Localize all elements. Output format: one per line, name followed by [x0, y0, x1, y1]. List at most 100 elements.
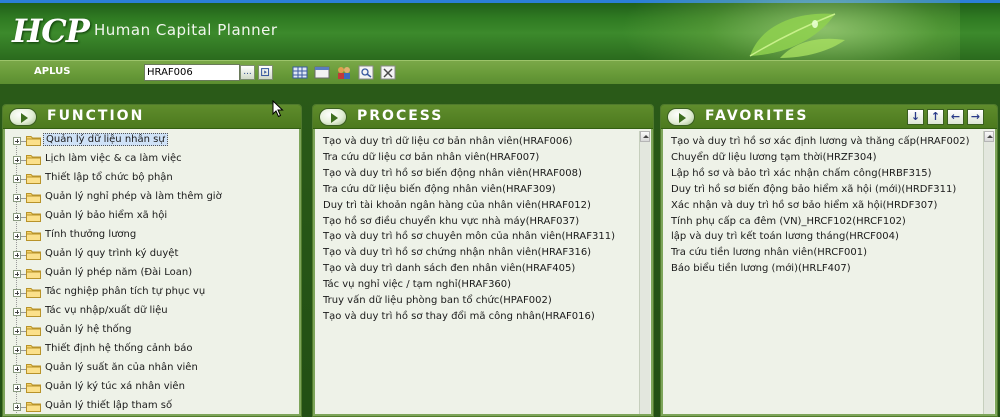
expand-icon[interactable]: [13, 384, 21, 392]
favorite-item[interactable]: Tra cứu tiền lương nhân viên(HRCF001): [671, 247, 867, 258]
search-icon[interactable]: [358, 65, 374, 80]
function-code-input[interactable]: [144, 64, 240, 81]
expand-icon[interactable]: [13, 365, 21, 373]
process-item[interactable]: Tạo và duy trì hồ sơ biến động nhân viên…: [323, 168, 582, 179]
tree-item-label: Quản lý thiết lập tham số: [45, 400, 173, 411]
tree-item-label: Quản lý bảo hiểm xã hội: [45, 210, 168, 221]
go-icon[interactable]: [258, 65, 273, 80]
tools-icon[interactable]: [380, 65, 396, 80]
move-left-button[interactable]: ←: [947, 109, 964, 125]
expand-icon[interactable]: [13, 213, 21, 221]
scroll-up-button[interactable]: [640, 131, 650, 142]
move-up-button[interactable]: ↑: [927, 109, 944, 125]
scroll-up-button[interactable]: [984, 131, 994, 142]
folder-icon: [26, 231, 41, 241]
tree-item-label: Quản lý hệ thống: [45, 324, 132, 335]
arrow-right-icon: [9, 108, 37, 126]
grid-icon[interactable]: [292, 65, 308, 80]
function-panel-title: FUNCTION: [47, 108, 145, 124]
folder-icon: [26, 250, 41, 260]
expand-icon[interactable]: [13, 327, 21, 335]
move-right-button[interactable]: →: [967, 109, 984, 125]
process-item[interactable]: Tạo và duy trì danh sách đen nhân viên(H…: [323, 263, 575, 274]
tree-item-label: Quản lý ký túc xá nhân viên: [45, 381, 185, 392]
expand-icon[interactable]: [13, 403, 21, 411]
folder-icon: [26, 326, 41, 336]
tree-item-label: Quản lý suất ăn của nhân viên: [45, 362, 198, 373]
process-item[interactable]: Tạo và duy trì hồ sơ chứng nhận nhân viê…: [323, 247, 591, 258]
tree-item-label: Tác vụ nhập/xuất dữ liệu: [45, 305, 168, 316]
favorite-item[interactable]: Báo biểu tiền lương (mới)(HRLF407): [671, 263, 851, 274]
expand-icon[interactable]: [13, 251, 21, 259]
expand-icon[interactable]: [13, 175, 21, 183]
expand-icon[interactable]: [13, 232, 21, 240]
mouse-cursor-icon: [272, 100, 284, 118]
expand-icon[interactable]: [13, 308, 21, 316]
folder-icon: [26, 364, 41, 374]
favorite-item[interactable]: Xác nhận và duy trì hồ sơ bảo hiểm xã hộ…: [671, 200, 937, 211]
leaf-icon: [749, 13, 845, 58]
process-item[interactable]: Tạo và duy trì dữ liệu cơ bản nhân viên(…: [323, 136, 572, 147]
window-icon[interactable]: [314, 65, 330, 80]
expand-icon[interactable]: [13, 346, 21, 354]
folder-icon: [26, 136, 41, 146]
expand-icon[interactable]: [13, 289, 21, 297]
process-item[interactable]: Tác vụ nghỉ việc / tạm nghỉ(HRAF360): [323, 279, 511, 290]
process-list: Tạo và duy trì dữ liệu cơ bản nhân viên(…: [313, 129, 653, 416]
function-panel: FUNCTION Quản lý dữ liệu nhân sự Lịch làm…: [2, 104, 302, 417]
company-label: APLUS: [34, 66, 71, 77]
process-scrollbar[interactable]: [639, 131, 650, 414]
expand-icon[interactable]: [13, 270, 21, 278]
tree-item-label: Tác nghiệp phân tích tự phục vụ: [45, 286, 206, 297]
process-panel-title: PROCESS: [357, 108, 444, 124]
arrow-right-icon: [667, 108, 695, 126]
process-item[interactable]: Tạo hồ sơ điều chuyển khu vực nhà máy(HR…: [323, 216, 579, 227]
folder-icon: [26, 269, 41, 279]
favorites-scrollbar[interactable]: [983, 131, 994, 414]
tree-item-label: Tính thưởng lương: [45, 229, 137, 240]
folder-icon: [26, 212, 41, 222]
favorite-item[interactable]: Tính phụ cấp ca đêm (VN)_HRCF102(HRCF102…: [671, 216, 906, 227]
toolbar: APLUS ...: [0, 60, 1000, 84]
tree-item-label: Thiết lập tổ chức bộ phận: [45, 172, 173, 183]
expand-icon[interactable]: [13, 156, 21, 164]
folder-icon: [26, 307, 41, 317]
folder-icon: [26, 288, 41, 298]
folder-icon: [26, 345, 41, 355]
users-icon[interactable]: [336, 65, 352, 80]
favorites-panel-header: FAVORITES ↓ ↑ ← →: [661, 105, 997, 129]
process-panel: PROCESS Tạo và duy trì dữ liệu cơ bản nh…: [312, 104, 654, 417]
folder-icon: [26, 174, 41, 184]
favorite-item[interactable]: Lập hồ sơ và bảo trì xác nhận chấm công(…: [671, 168, 932, 179]
expand-icon[interactable]: [13, 137, 21, 145]
process-item[interactable]: Tra cứu dữ liệu biến động nhân viên(HRAF…: [323, 184, 556, 195]
function-panel-header: FUNCTION: [3, 105, 301, 129]
lookup-button[interactable]: ...: [240, 65, 255, 80]
tree-item-label: Quản lý phép năm (Đài Loan): [45, 267, 193, 278]
folder-icon: [26, 383, 41, 393]
process-item[interactable]: Tạo và duy trì hồ sơ chuyên môn của nhân…: [323, 231, 615, 242]
process-item[interactable]: Tra cứu dữ liệu cơ bản nhân viên(HRAF007…: [323, 152, 539, 163]
process-item[interactable]: Truy vấn dữ liệu phòng ban tổ chức(HPAF0…: [323, 295, 552, 306]
favorites-list: Tạo và duy trì hồ sơ xác định lương và t…: [661, 129, 997, 416]
arrow-right-icon: [319, 108, 347, 126]
favorite-item[interactable]: Duy trì hồ sơ biến động bảo hiểm xã hội …: [671, 184, 956, 195]
app-header: HCP Human Capital Planner: [0, 0, 1000, 60]
tree-item-label: Quản lý dữ liệu nhân sự: [43, 133, 168, 146]
favorites-panel-title: FAVORITES: [705, 108, 809, 124]
folder-icon: [26, 155, 41, 165]
app-title: Human Capital Planner: [94, 21, 278, 39]
favorite-item[interactable]: lập và duy trì kết toán lương tháng(HRCF…: [671, 231, 899, 242]
folder-icon: [26, 402, 41, 412]
folder-icon: [26, 193, 41, 203]
move-down-button[interactable]: ↓: [907, 109, 924, 125]
expand-icon[interactable]: [13, 194, 21, 202]
tree-item-label: Quản lý quy trình ký duyệt: [45, 248, 179, 259]
process-item[interactable]: Duy trì tài khoản ngân hàng của nhân viê…: [323, 200, 591, 211]
function-tree: Quản lý dữ liệu nhân sự Lịch làm việc & c…: [3, 129, 301, 416]
favorite-item[interactable]: Tạo và duy trì hồ sơ xác định lương và t…: [671, 136, 969, 147]
process-panel-header: PROCESS: [313, 105, 653, 129]
hcp-logo: HCP: [12, 12, 90, 50]
favorite-item[interactable]: Chuyển dữ liệu lương tạm thời(HRZF304): [671, 152, 877, 163]
process-item[interactable]: Tạo và duy trì hồ sơ thay đổi mã công nh…: [323, 311, 595, 322]
